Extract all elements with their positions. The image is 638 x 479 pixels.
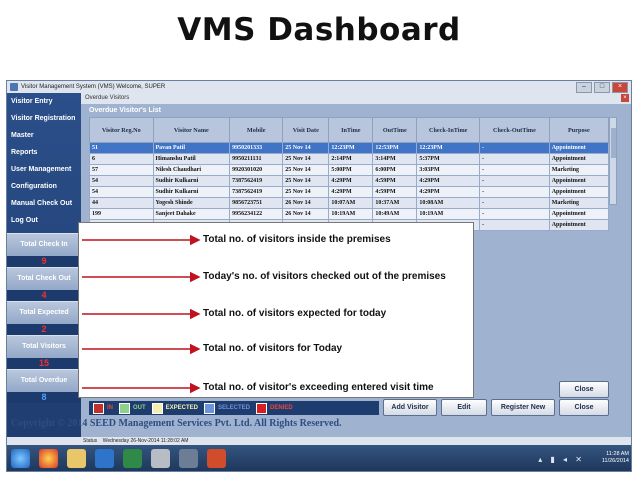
annotation-check-out: Today's no. of visitors checked out of t… — [203, 271, 446, 282]
annotation-expected: Total no. of visitors expected for today — [203, 308, 387, 319]
annotation-check-in: Total no. of visitors inside the premise… — [203, 234, 391, 245]
annotation-visitors: Total no. of visitors for Today — [203, 343, 343, 354]
annotation-overdue: Total no. of visitor's exceeding entered… — [203, 382, 434, 393]
